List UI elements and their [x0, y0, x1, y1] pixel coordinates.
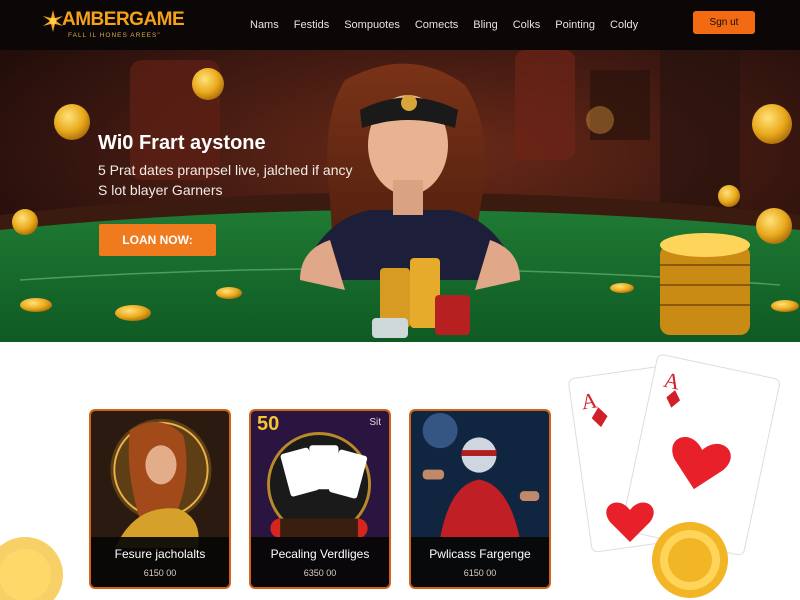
card-badge-label: Sit: [369, 417, 381, 428]
game-card[interactable]: Pwlicass Fargenge 6150 00: [409, 409, 551, 589]
sun-star-icon: [43, 10, 63, 32]
card-info-bar: Pecaling Verdliges 6350 00: [251, 537, 389, 587]
card-price: 6150 00: [463, 568, 497, 578]
game-card[interactable]: Fesure jacholalts 6150 00: [89, 409, 231, 589]
card-info-bar: Pwlicass Fargenge 6150 00: [411, 537, 549, 587]
top-nav: AMBERGAME FALL IL HONES AREES" Nams Fest…: [0, 0, 800, 50]
playing-cards-image: A A: [568, 354, 780, 598]
game-card[interactable]: 50 Sit Pecaling Verdliges 6350 00: [249, 409, 391, 589]
card-title: Fesure jacholalts: [114, 547, 206, 561]
card-title: Pwlicass Fargenge: [429, 547, 531, 561]
card-title: Pecaling Verdliges: [270, 547, 370, 561]
nav-menu: Nams Festids Sompuotes Comects Bling Col…: [250, 0, 653, 50]
nav-item[interactable]: Nams: [250, 19, 279, 31]
card-price: 6350 00: [303, 568, 337, 578]
learn-now-button[interactable]: LOAN NOW:: [99, 224, 216, 256]
nav-item[interactable]: Festids: [294, 19, 329, 31]
card-badge-number: 50: [257, 413, 280, 435]
hero-title: Wi0 Frart aystone: [98, 132, 266, 154]
nav-item[interactable]: Coldy: [610, 19, 638, 31]
nav-item[interactable]: Sompuotes: [344, 19, 400, 31]
card-info-bar: Fesure jacholalts 6150 00: [91, 537, 229, 587]
brand-name: AMBERGAME: [62, 9, 185, 30]
brand-logo[interactable]: AMBERGAME FALL IL HONES AREES": [42, 8, 192, 44]
sign-in-button[interactable]: Sgn ut: [693, 11, 755, 34]
hero-banner: Wi0 Frart aystone 5 Prat dates pranpsel …: [0, 50, 800, 342]
nav-item[interactable]: Bling: [473, 19, 497, 31]
nav-item[interactable]: Comects: [415, 19, 458, 31]
card-price: 6150 00: [143, 568, 177, 578]
brand-tagline: FALL IL HONES AREES": [68, 32, 161, 39]
hero-subtitle: 5 Prat dates pranpsel live, jalched if a…: [98, 162, 353, 198]
nav-item[interactable]: Colks: [513, 19, 541, 31]
nav-item[interactable]: Pointing: [555, 19, 595, 31]
gold-coin-icon: [0, 537, 63, 600]
